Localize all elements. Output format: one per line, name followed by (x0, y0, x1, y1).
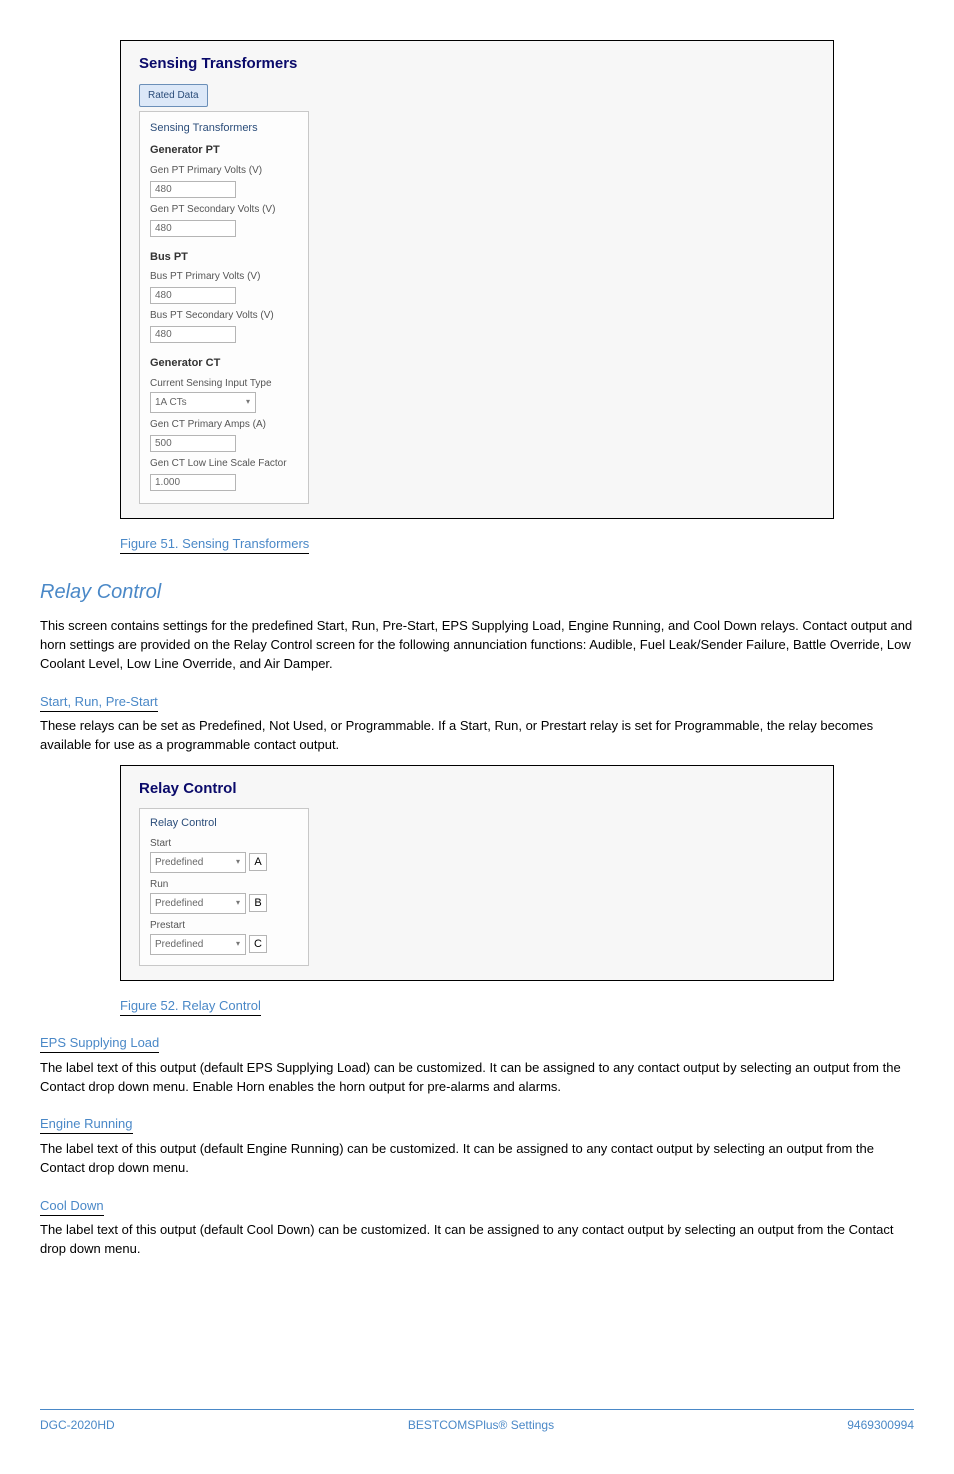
subsection-cool-down: Cool Down (40, 1196, 914, 1216)
input-gen-ct-scale[interactable] (150, 474, 236, 491)
input-bus-pt-primary[interactable] (150, 287, 236, 304)
field-label-start: Start (150, 836, 298, 851)
chevron-down-icon: ▾ (231, 938, 245, 950)
select-value: Predefined (151, 853, 231, 872)
section-header: Sensing Transformers (150, 120, 298, 137)
section-header: Relay Control (150, 815, 298, 832)
field-label-gen-pt-primary: Gen PT Primary Volts (V) (150, 163, 298, 178)
paragraph: These relays can be set as Predefined, N… (40, 717, 914, 755)
chevron-down-icon: ▾ (241, 396, 255, 408)
field-label-gen-ct-scale: Gen CT Low Line Scale Factor (150, 456, 298, 471)
callout-b: B (249, 894, 267, 912)
panel-inner: Relay Control Start Predefined ▾ A Run P… (139, 808, 309, 966)
group-generator-ct: Generator CT (150, 355, 298, 372)
panel-title: Sensing Transformers (139, 53, 815, 76)
chevron-down-icon: ▾ (231, 897, 245, 909)
paragraph: The label text of this output (default E… (40, 1059, 914, 1097)
select-value: Predefined (151, 894, 231, 913)
callout-a: A (249, 853, 267, 871)
field-label-bus-pt-primary: Bus PT Primary Volts (V) (150, 269, 298, 284)
subsection-eps: EPS Supplying Load (40, 1033, 914, 1053)
relay-control-panel: Relay Control Relay Control Start Predef… (120, 765, 834, 981)
row-start: Predefined ▾ A (150, 852, 298, 873)
select-ct-type[interactable]: 1A CTs ▾ (150, 392, 256, 413)
group-bus-pt: Bus PT (150, 249, 298, 266)
subsection-start-run-prestart: Start, Run, Pre-Start (40, 692, 914, 712)
sensing-transformers-panel: Sensing Transformers Rated Data Sensing … (120, 40, 834, 519)
figure-caption-52: Figure 52. Relay Control (120, 996, 834, 1016)
footer-left: DGC-2020HD (40, 1416, 115, 1434)
footer-center: BESTCOMSPlus® Settings (408, 1416, 554, 1434)
select-prestart[interactable]: Predefined ▾ (150, 934, 246, 955)
paragraph: The label text of this output (default E… (40, 1140, 914, 1178)
input-gen-pt-primary[interactable] (150, 181, 236, 198)
field-label-ct-type: Current Sensing Input Type (150, 376, 298, 391)
select-value: Predefined (151, 935, 231, 954)
row-prestart: Predefined ▾ C (150, 934, 298, 955)
tab-rated-data[interactable]: Rated Data (139, 84, 208, 107)
select-start[interactable]: Predefined ▾ (150, 852, 246, 873)
panel-inner: Sensing Transformers Generator PT Gen PT… (139, 111, 309, 504)
input-gen-ct-primary[interactable] (150, 435, 236, 452)
input-gen-pt-secondary[interactable] (150, 220, 236, 237)
text-column: EPS Supplying Load The label text of thi… (40, 1033, 914, 1259)
panel-title: Relay Control (139, 778, 815, 801)
field-label-bus-pt-secondary: Bus PT Secondary Volts (V) (150, 308, 298, 323)
paragraph: This screen contains settings for the pr… (40, 617, 914, 674)
text-column: Relay Control This screen contains setti… (40, 577, 914, 755)
subsection-engine-running: Engine Running (40, 1114, 914, 1134)
row-run: Predefined ▾ B (150, 893, 298, 914)
footer-right: 9469300994 (847, 1416, 914, 1434)
select-run[interactable]: Predefined ▾ (150, 893, 246, 914)
field-label-gen-ct-primary: Gen CT Primary Amps (A) (150, 417, 298, 432)
group-generator-pt: Generator PT (150, 142, 298, 159)
chevron-down-icon: ▾ (231, 856, 245, 868)
paragraph: The label text of this output (default C… (40, 1221, 914, 1259)
field-label-run: Run (150, 877, 298, 892)
field-label-gen-pt-secondary: Gen PT Secondary Volts (V) (150, 202, 298, 217)
callout-c: C (249, 935, 267, 953)
figure-caption-51: Figure 51. Sensing Transformers (120, 534, 834, 554)
input-bus-pt-secondary[interactable] (150, 326, 236, 343)
select-value: 1A CTs (151, 393, 241, 412)
section-title-relay-control: Relay Control (40, 577, 914, 607)
field-label-prestart: Prestart (150, 918, 298, 933)
page-footer: DGC-2020HD BESTCOMSPlus® Settings 946930… (40, 1409, 914, 1434)
